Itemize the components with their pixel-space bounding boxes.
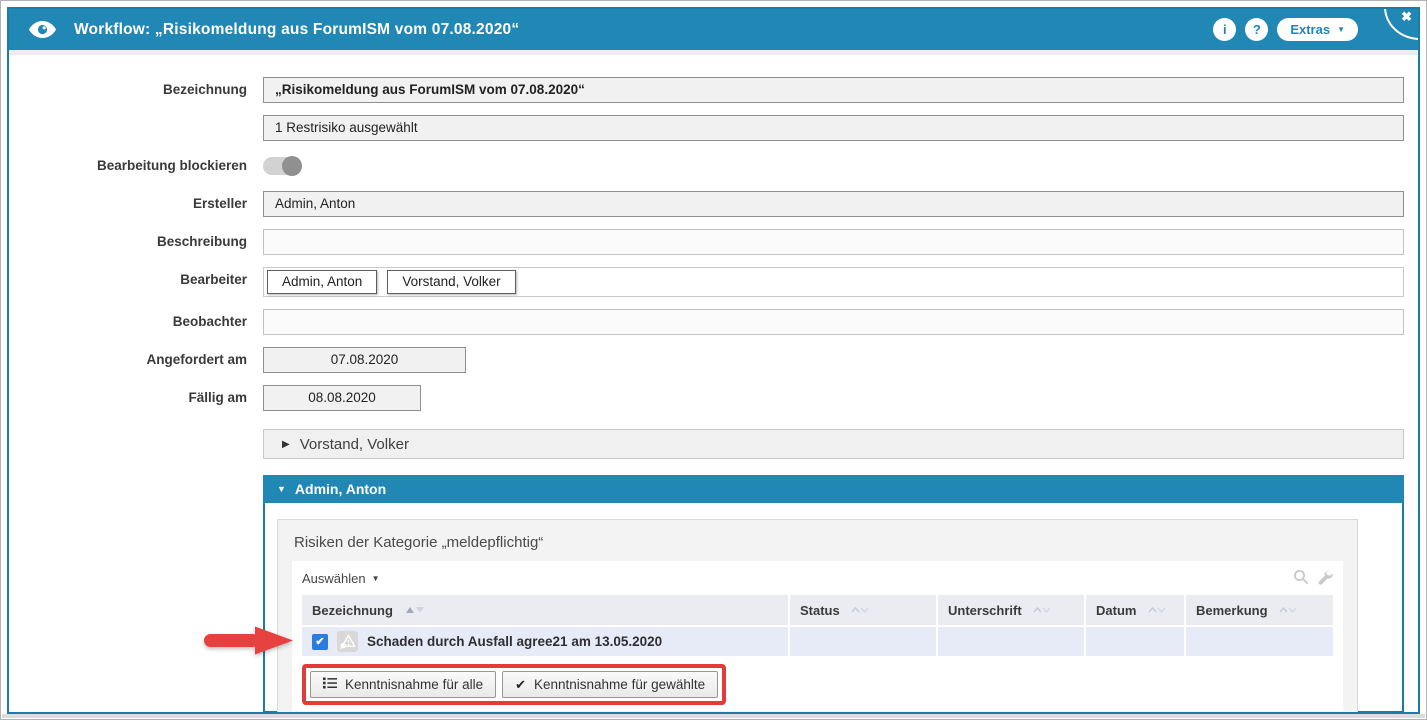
- red-arrow-annotation: [200, 620, 300, 663]
- red-highlight-annotation: Kenntnisnahme für alle ✔ Kenntnisnahme f…: [302, 664, 726, 705]
- field-row-restrisiko: 1 Restrisiko ausgewählt: [9, 115, 1418, 141]
- extras-label: Extras: [1290, 22, 1330, 37]
- column-header-datum[interactable]: Datum: [1085, 595, 1185, 626]
- risk-warning-icon[interactable]: [337, 631, 358, 652]
- extras-caret-icon: ▼: [1337, 26, 1345, 34]
- risk-table: Bezeichnung Status Untersc: [302, 595, 1333, 656]
- auswaehlen-dropdown[interactable]: Auswählen ▼: [302, 571, 380, 586]
- check-icon: ✔: [515, 677, 526, 693]
- dialog-bottom-shadow: [2, 714, 1425, 718]
- section-admin-anton: ▼ Admin, Anton Risiken der Kategorie „me…: [263, 475, 1404, 713]
- sort-icon: [1033, 602, 1051, 617]
- eye-icon: [29, 21, 56, 38]
- sort-icon: [1148, 602, 1166, 617]
- toolbar-icons: [1293, 569, 1333, 588]
- risk-panel: Risiken der Kategorie „meldepflichtig“ A…: [277, 519, 1358, 714]
- beobachter-field[interactable]: [263, 309, 1404, 335]
- column-header-unterschrift[interactable]: Unterschrift: [937, 595, 1085, 626]
- bearbeiter-label: Bearbeiter: [9, 267, 247, 297]
- risk-panel-title: Risiken der Kategorie „meldepflichtig“: [294, 534, 1343, 551]
- bearbeiter-field[interactable]: Admin, Anton Vorstand, Volker: [263, 267, 1404, 297]
- search-icon[interactable]: [1293, 569, 1309, 588]
- ersteller-field[interactable]: Admin, Anton: [263, 191, 1404, 217]
- field-row-angefordert: Angefordert am 07.08.2020: [9, 347, 1418, 373]
- close-icon[interactable]: ✖: [1401, 9, 1412, 25]
- field-row-beobachter: Beobachter: [9, 309, 1418, 335]
- button-label: Kenntnisnahme für alle: [345, 677, 483, 692]
- section-expanded-title: Admin, Anton: [295, 481, 386, 497]
- field-row-blockieren: Bearbeitung blockieren: [9, 153, 1418, 179]
- chevron-down-icon: ▼: [372, 574, 380, 583]
- risk-toolbar: Auswählen ▼: [302, 567, 1333, 589]
- sort-icon: [405, 602, 425, 617]
- cell-datum: [1085, 626, 1185, 656]
- field-row-bearbeiter: Bearbeiter Admin, Anton Vorstand, Volker: [9, 267, 1418, 297]
- ersteller-label: Ersteller: [9, 191, 247, 217]
- faellig-label: Fällig am: [9, 385, 247, 411]
- list-icon: [323, 677, 337, 692]
- column-header-status[interactable]: Status: [789, 595, 937, 626]
- table-row[interactable]: ✔: [302, 626, 1333, 656]
- bearbeiter-tag[interactable]: Admin, Anton: [267, 270, 377, 294]
- risk-table-container: Auswählen ▼: [292, 561, 1343, 711]
- bearbeiter-tag[interactable]: Vorstand, Volker: [387, 270, 515, 294]
- row-checkbox[interactable]: ✔: [312, 634, 328, 650]
- wrench-icon[interactable]: [1317, 569, 1333, 588]
- beschreibung-label: Beschreibung: [9, 229, 247, 255]
- blockieren-toggle[interactable]: [263, 157, 301, 175]
- restrisiko-label-spacer: [9, 115, 247, 141]
- beobachter-label: Beobachter: [9, 309, 247, 335]
- close-corner: ✖: [1384, 7, 1420, 40]
- kenntnisnahme-alle-button[interactable]: Kenntnisnahme für alle: [310, 671, 496, 698]
- acknowledge-button-zone: Kenntnisnahme für alle ✔ Kenntnisnahme f…: [302, 664, 1333, 705]
- cell-status: [789, 626, 937, 656]
- field-row-ersteller: Ersteller Admin, Anton: [9, 191, 1418, 217]
- cell-bemerkung: [1185, 626, 1333, 656]
- toggle-knob-icon: [282, 156, 302, 176]
- extras-button[interactable]: Extras ▼: [1277, 18, 1358, 41]
- section-admin-anton-header[interactable]: ▼ Admin, Anton: [263, 475, 1404, 503]
- section-collapsed-title: Vorstand, Volker: [300, 436, 409, 453]
- section-vorstand-volker[interactable]: ▶ Vorstand, Volker: [263, 429, 1404, 459]
- risk-row-label: Schaden durch Ausfall agree21 am 13.05.2…: [367, 634, 662, 649]
- chevron-down-icon: ▼: [277, 484, 286, 494]
- field-row-faellig: Fällig am 08.08.2020: [9, 385, 1418, 411]
- sort-icon: [1279, 602, 1297, 617]
- sort-icon: [851, 602, 869, 617]
- form-content: Bezeichnung „Risikomeldung aus ForumISM …: [9, 55, 1418, 713]
- column-header-bemerkung[interactable]: Bemerkung: [1185, 595, 1333, 626]
- angefordert-date-field[interactable]: 07.08.2020: [263, 347, 466, 373]
- kenntnisnahme-gewaehlte-button[interactable]: ✔ Kenntnisnahme für gewählte: [502, 671, 718, 698]
- chevron-right-icon: ▶: [282, 439, 290, 450]
- faellig-date-field[interactable]: 08.08.2020: [263, 385, 421, 411]
- cell-bezeichnung: ✔: [302, 626, 789, 656]
- section-admin-anton-body: Risiken der Kategorie „meldepflichtig“ A…: [263, 503, 1404, 713]
- help-button[interactable]: ?: [1245, 18, 1268, 41]
- button-label: Kenntnisnahme für gewählte: [534, 677, 705, 692]
- dialog-title: Workflow: „Risikomeldung aus ForumISM vo…: [74, 21, 519, 39]
- risk-table-header-row: Bezeichnung Status Untersc: [302, 595, 1333, 626]
- bezeichnung-label: Bezeichnung: [9, 77, 247, 103]
- column-header-bezeichnung[interactable]: Bezeichnung: [302, 595, 789, 626]
- field-row-beschreibung: Beschreibung: [9, 229, 1418, 255]
- dialog-titlebar: Workflow: „Risikomeldung aus ForumISM vo…: [9, 9, 1418, 50]
- info-button[interactable]: i: [1213, 18, 1236, 41]
- auswaehlen-label: Auswählen: [302, 571, 366, 586]
- titlebar-actions: i ? Extras ▼: [1213, 18, 1358, 41]
- field-row-bezeichnung: Bezeichnung „Risikomeldung aus ForumISM …: [9, 77, 1418, 103]
- beschreibung-field[interactable]: [263, 229, 1404, 255]
- cell-unterschrift: [937, 626, 1085, 656]
- workflow-dialog-frame: Workflow: „Risikomeldung aus ForumISM vo…: [7, 7, 1420, 714]
- bezeichnung-field[interactable]: „Risikomeldung aus ForumISM vom 07.08.20…: [263, 77, 1404, 103]
- angefordert-label: Angefordert am: [9, 347, 247, 373]
- restrisiko-field[interactable]: 1 Restrisiko ausgewählt: [263, 115, 1404, 141]
- blockieren-label: Bearbeitung blockieren: [9, 153, 247, 179]
- workflow-dialog: Workflow: „Risikomeldung aus ForumISM vo…: [0, 0, 1427, 720]
